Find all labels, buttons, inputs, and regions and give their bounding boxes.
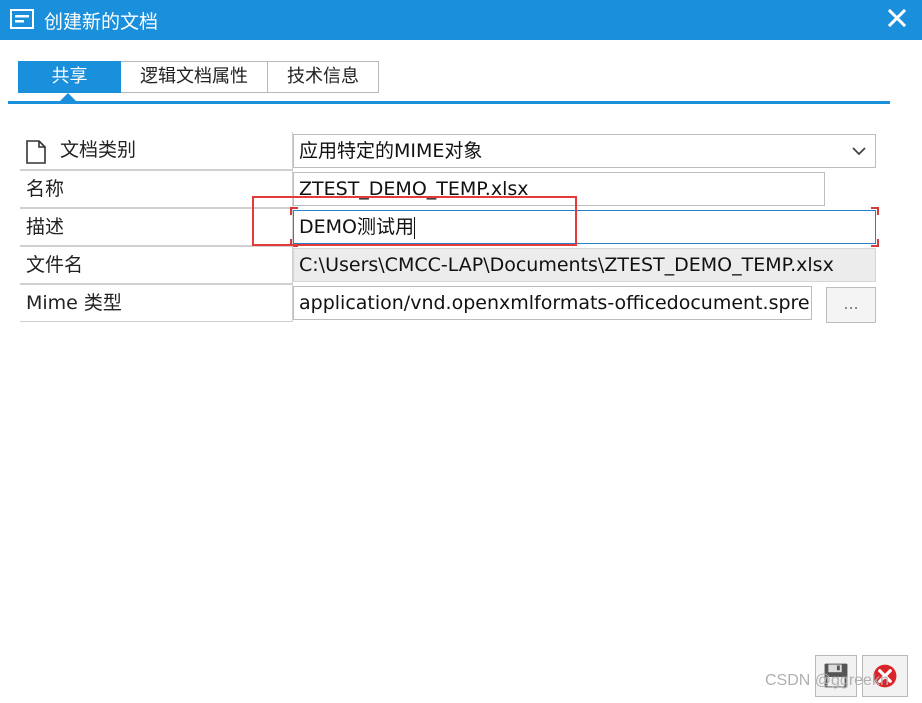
close-icon[interactable] — [886, 7, 908, 29]
filename-label: 文件名 — [20, 246, 293, 284]
row-mime-type: Mime 类型 application/vnd.openxmlformats-o… — [20, 284, 876, 323]
mime-type-label: Mime 类型 — [20, 284, 293, 322]
tab-share[interactable]: 共享 — [18, 61, 121, 93]
row-filename: 文件名 C:\Users\CMCC-LAP\Documents\ZTEST_DE… — [20, 246, 876, 284]
tab-logical-doc-attributes[interactable]: 逻辑文档属性 — [121, 61, 268, 93]
document-icon — [26, 140, 46, 164]
filename-field: C:\Users\CMCC-LAP\Documents\ZTEST_DEMO_T… — [293, 248, 876, 282]
mime-browse-button[interactable]: ... — [826, 287, 876, 323]
chevron-down-icon[interactable] — [851, 144, 867, 158]
watermark: CSDN @ggreekn — [765, 672, 889, 689]
doc-category-value: 应用特定的MIME对象 — [299, 140, 483, 162]
focus-corner-tr — [871, 207, 879, 215]
tab-technical-info[interactable]: 技术信息 — [268, 61, 379, 93]
doc-category-label: 文档类别 — [60, 139, 137, 161]
tab-underline — [8, 101, 890, 104]
doc-category-select[interactable]: 应用特定的MIME对象 — [293, 134, 876, 168]
highlight-annotation-box — [252, 196, 577, 246]
create-document-icon — [10, 9, 34, 29]
title-bar: 创建新的文档 — [0, 0, 922, 40]
doc-category-label-cell: 文档类别 — [20, 132, 293, 170]
window-title: 创建新的文档 — [44, 11, 159, 33]
row-doc-category: 文档类别 应用特定的MIME对象 — [20, 132, 876, 170]
mime-type-input[interactable]: application/vnd.openxmlformats-officedoc… — [293, 286, 812, 320]
tab-strip: 共享 逻辑文档属性 技术信息 — [18, 61, 379, 93]
